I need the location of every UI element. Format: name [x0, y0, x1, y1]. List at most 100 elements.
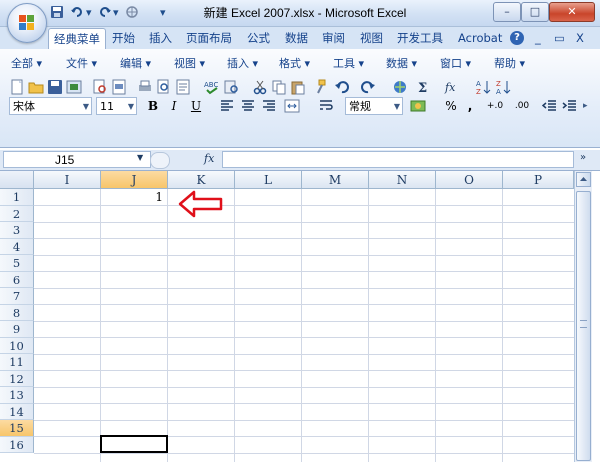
close-button[interactable]: ✕ — [549, 2, 595, 22]
workbook-restore-button[interactable]: ▭ — [554, 29, 565, 48]
underline-button[interactable]: U — [188, 97, 204, 115]
maximize-button[interactable]: □ — [521, 2, 549, 22]
row-header-11[interactable]: 11 — [0, 354, 34, 371]
autosum-icon[interactable]: Σ — [416, 79, 432, 95]
undo-icon[interactable] — [334, 79, 350, 95]
row-header-12[interactable]: 12 — [0, 370, 34, 387]
menu-all[interactable]: 全部 ▾ — [11, 55, 42, 71]
sort-ascending-icon[interactable]: AZ — [476, 79, 492, 95]
cut-icon[interactable] — [252, 79, 268, 95]
print-preview-magnifier-icon[interactable] — [156, 79, 172, 95]
column-header-p[interactable]: P — [503, 171, 574, 189]
print-icon[interactable] — [137, 79, 153, 95]
save-icon[interactable] — [50, 5, 64, 21]
vertical-scrollbar[interactable] — [574, 171, 592, 462]
row-header-13[interactable]: 13 — [0, 387, 34, 404]
row-header-9[interactable]: 9 — [0, 321, 34, 338]
column-header-j[interactable]: J — [101, 171, 168, 189]
align-center-icon[interactable] — [240, 98, 256, 114]
format-painter-brush-icon[interactable] — [312, 79, 328, 95]
row-header-16[interactable]: 16 — [0, 436, 34, 453]
font-size-select[interactable]: 11 ▼ — [96, 97, 137, 115]
row-header-1[interactable]: 1 — [0, 189, 34, 206]
align-right-icon[interactable] — [261, 98, 277, 114]
cell-j1[interactable]: 1 — [100, 189, 167, 206]
new-document-icon[interactable] — [9, 79, 25, 95]
minimize-button[interactable]: – — [493, 2, 521, 22]
wrap-text-icon[interactable] — [318, 98, 334, 114]
increase-decimal-button[interactable]: +.0 — [483, 97, 507, 115]
paste-icon[interactable] — [290, 79, 306, 95]
decrease-decimal-button[interactable]: .00 — [510, 97, 534, 115]
insert-function-icon[interactable]: fx — [444, 79, 460, 95]
workbook-close-button[interactable]: X — [576, 29, 584, 48]
hyperlink-icon[interactable] — [392, 79, 408, 95]
undo-dropdown-icon[interactable]: ▾ — [86, 5, 92, 21]
sort-descending-icon[interactable]: ZA — [496, 79, 512, 95]
align-left-icon[interactable] — [219, 98, 235, 114]
redo-icon[interactable] — [360, 79, 376, 95]
research-icon[interactable] — [223, 79, 239, 95]
menu-edit[interactable]: 编辑 ▾ — [120, 55, 151, 71]
currency-format-icon[interactable] — [410, 98, 426, 114]
tab-page-layout[interactable]: 页面布局 — [186, 29, 232, 48]
menu-insert[interactable]: 插入 ▾ — [227, 55, 258, 71]
tab-classic-menu[interactable]: 经典菜单 — [48, 28, 106, 50]
menu-view[interactable]: 视图 ▾ — [174, 55, 205, 71]
toolbar-overflow-icon[interactable]: ▸ — [583, 101, 588, 111]
redo-dropdown-icon[interactable]: ▾ — [113, 5, 119, 21]
increase-indent-icon[interactable] — [562, 98, 578, 114]
tab-developer[interactable]: 开发工具 — [397, 29, 443, 48]
redo-icon[interactable] — [98, 5, 112, 21]
comma-style-button[interactable]: , — [463, 97, 477, 115]
tab-view[interactable]: 视图 — [360, 29, 383, 48]
name-box-dropdown-icon[interactable]: ▼ — [137, 153, 143, 162]
tab-insert[interactable]: 插入 — [149, 29, 172, 48]
workbook-minimize-button[interactable]: _ — [535, 29, 541, 48]
page-setup-icon[interactable] — [175, 79, 191, 95]
formula-bar-expand-chevron-icon[interactable]: » — [580, 152, 586, 163]
open-folder-icon[interactable] — [28, 79, 44, 95]
tab-review[interactable]: 审阅 — [322, 29, 345, 48]
save-icon[interactable] — [47, 79, 63, 95]
formula-input[interactable] — [222, 151, 574, 168]
decrease-indent-icon[interactable] — [542, 98, 558, 114]
menu-data[interactable]: 数据 ▾ — [386, 55, 417, 71]
row-header-10[interactable]: 10 — [0, 337, 34, 354]
menu-window[interactable]: 窗口 ▾ — [440, 55, 471, 71]
row-header-3[interactable]: 3 — [0, 222, 34, 239]
spelling-icon[interactable]: ABC — [204, 79, 220, 95]
column-header-k[interactable]: K — [168, 171, 235, 189]
formula-bar-expand-icon[interactable] — [150, 152, 170, 169]
help-icon[interactable]: ? — [510, 31, 524, 45]
italic-button[interactable]: I — [166, 97, 182, 115]
row-header-15[interactable]: 15 — [0, 420, 34, 437]
row-header-6[interactable]: 6 — [0, 271, 34, 288]
tab-home[interactable]: 开始 — [112, 29, 135, 48]
row-header-7[interactable]: 7 — [0, 288, 34, 305]
undo-icon[interactable] — [70, 5, 84, 21]
scroll-thumb[interactable] — [576, 191, 591, 461]
row-header-14[interactable]: 14 — [0, 403, 34, 420]
tab-data[interactable]: 数据 — [285, 29, 308, 48]
menu-format[interactable]: 格式 ▾ — [279, 55, 310, 71]
format-painter-icon[interactable] — [125, 5, 139, 21]
active-cell-j15[interactable] — [100, 434, 168, 453]
copy-icon[interactable] — [271, 79, 287, 95]
insert-function-button[interactable]: fx — [204, 152, 214, 165]
menu-tools[interactable]: 工具 ▾ — [333, 55, 364, 71]
name-box[interactable]: J15 — [3, 151, 151, 168]
bold-button[interactable]: B — [145, 97, 161, 115]
row-header-2[interactable]: 2 — [0, 205, 34, 222]
column-header-l[interactable]: L — [235, 171, 302, 189]
font-name-select[interactable]: 宋体 ▼ — [9, 97, 92, 115]
column-header-o[interactable]: O — [436, 171, 503, 189]
column-header-i[interactable]: I — [34, 171, 101, 189]
row-header-5[interactable]: 5 — [0, 255, 34, 272]
menu-help[interactable]: 帮助 ▾ — [494, 55, 525, 71]
row-header-4[interactable]: 4 — [0, 238, 34, 255]
customize-quick-access-icon[interactable]: ▾ — [160, 5, 166, 21]
column-header-m[interactable]: M — [302, 171, 369, 189]
percent-style-button[interactable]: % — [444, 97, 458, 115]
worksheet-grid[interactable]: I J K L M N O P 1 2 3 4 5 6 7 8 9 10 11 … — [0, 171, 574, 462]
